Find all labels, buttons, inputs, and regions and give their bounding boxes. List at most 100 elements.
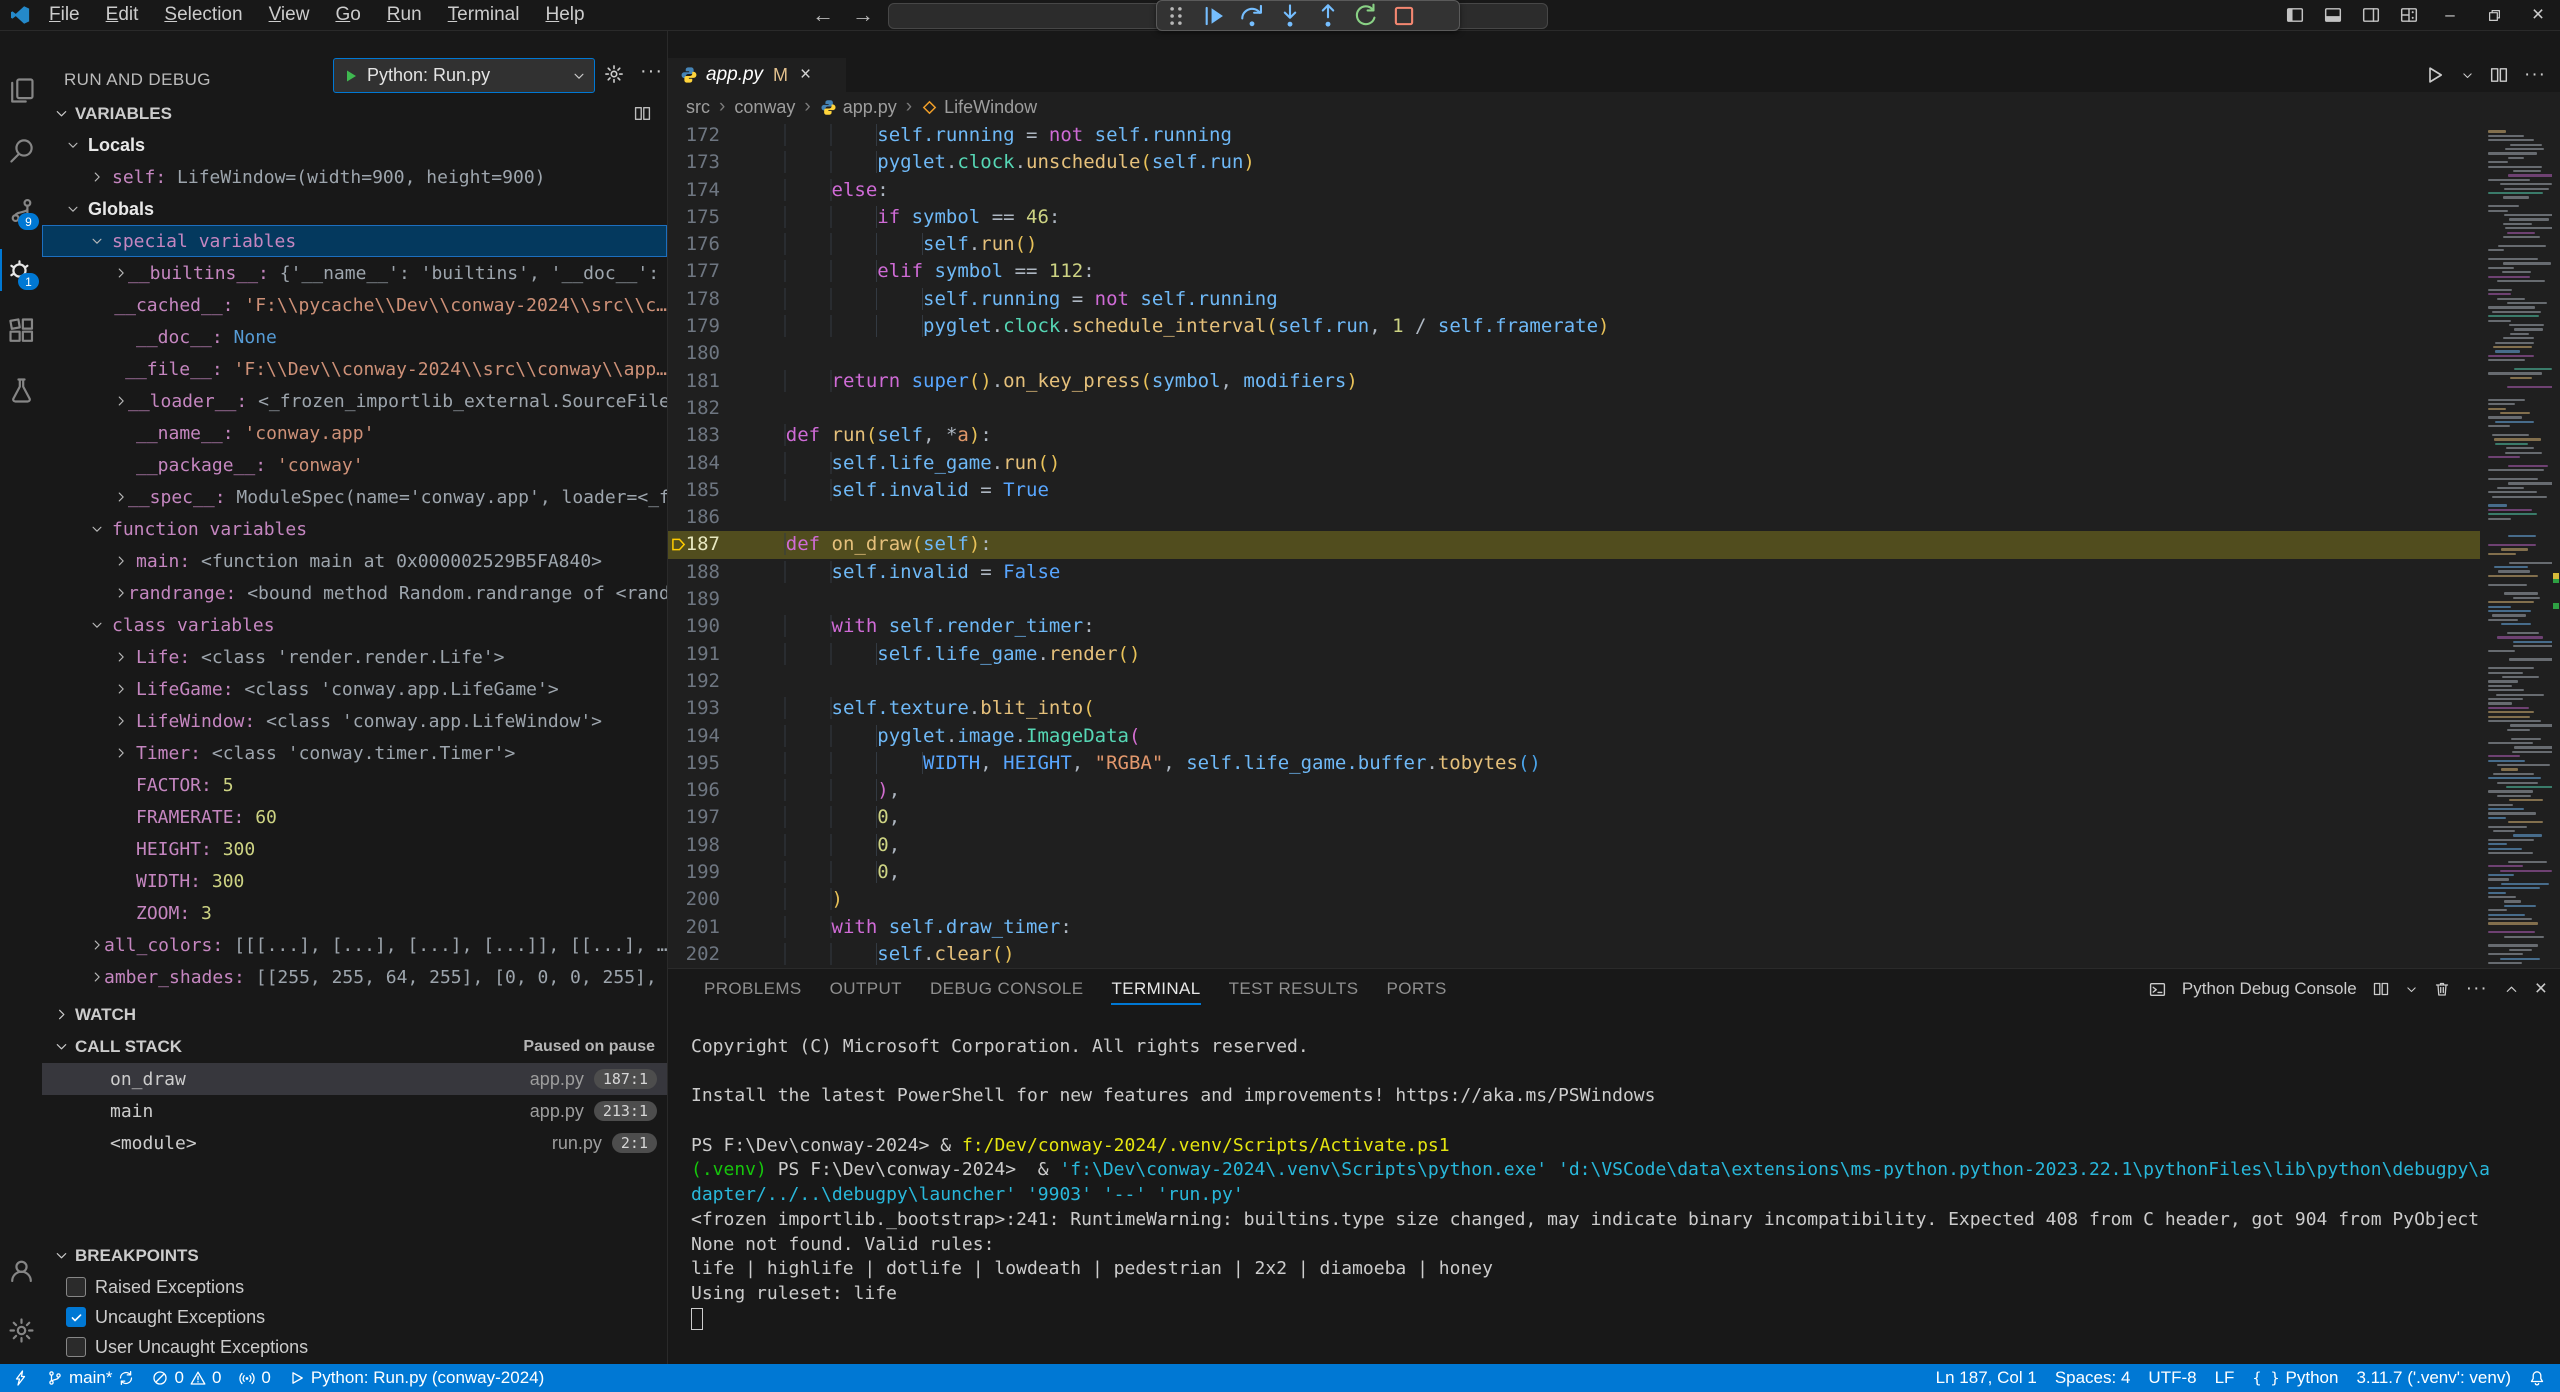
stack-frame[interactable]: <module>run.py2:1 [42, 1127, 667, 1159]
status-remote[interactable] [4, 1364, 38, 1392]
status-cursor-position[interactable]: Ln 187, Col 1 [1927, 1364, 2046, 1392]
breakpoint-row[interactable]: Raised Exceptions [42, 1272, 667, 1302]
activity-run-and-debug[interactable]: 1 [0, 246, 42, 294]
menu-edit[interactable]: Edit [93, 0, 152, 30]
breakpoint-row[interactable]: Uncaught Exceptions [42, 1302, 667, 1332]
sidebar-more-actions[interactable]: ··· [640, 60, 663, 83]
tab-app-py[interactable]: app.py M × [668, 58, 846, 92]
status-notifications[interactable] [2520, 1364, 2554, 1392]
variable-row[interactable]: all_colors: [[[...], [...], [...], [...]… [42, 929, 667, 961]
menu-file[interactable]: File [36, 0, 93, 30]
status-problems[interactable]: 00 [143, 1364, 230, 1392]
status-interpreter[interactable]: 3.11.7 ('.venv': venv) [2347, 1364, 2520, 1392]
terminal-dropdown-icon[interactable] [2405, 983, 2418, 996]
breakpoint-checkbox[interactable] [66, 1337, 86, 1357]
status-debug-session[interactable]: Python: Run.py (conway-2024) [280, 1364, 553, 1392]
activity-explorer[interactable] [0, 66, 42, 114]
panel-tab-ports[interactable]: PORTS [1372, 969, 1460, 1009]
window-close-button[interactable]: × [2516, 0, 2560, 30]
menu-go[interactable]: Go [322, 0, 373, 30]
panel-more-actions[interactable]: ··· [2466, 978, 2488, 1000]
maximize-panel-icon[interactable] [2504, 982, 2519, 997]
breadcrumb-item-lifewindow[interactable]: LifeWindow [921, 97, 1037, 118]
variable-row[interactable]: class variables [42, 609, 667, 641]
variable-row[interactable]: __name__: 'conway.app' [42, 417, 667, 449]
section-variables[interactable]: VARIABLES [42, 98, 667, 129]
panel-tab-problems[interactable]: PROBLEMS [690, 969, 816, 1009]
variable-row[interactable]: main: <function main at 0x000002529B5FA8… [42, 545, 667, 577]
stack-frame[interactable]: on_drawapp.py187:1 [42, 1063, 667, 1095]
breadcrumb-item-app.py[interactable]: app.py [820, 97, 897, 118]
kill-terminal-icon[interactable] [2434, 981, 2450, 997]
status-eol[interactable]: LF [2206, 1364, 2244, 1392]
menu-run[interactable]: Run [374, 0, 435, 30]
toggle-secondary-sidebar-icon[interactable] [2362, 6, 2380, 24]
panel-tab-terminal[interactable]: TERMINAL [1097, 969, 1214, 1009]
terminal[interactable]: Copyright (C) Microsoft Corporation. All… [691, 1035, 2550, 1364]
variable-row[interactable]: WIDTH: 300 [42, 865, 667, 897]
menu-selection[interactable]: Selection [151, 0, 255, 30]
customize-layout-icon[interactable] [2400, 6, 2418, 24]
menu-view[interactable]: View [256, 0, 323, 30]
tab-close-icon[interactable]: × [800, 64, 811, 86]
variable-row[interactable]: Timer: <class 'conway.timer.Timer'> [42, 737, 667, 769]
status-ports[interactable]: 0 [230, 1364, 279, 1392]
close-panel-icon[interactable]: × [2535, 977, 2548, 1001]
minimap[interactable] [2484, 122, 2552, 968]
menu-terminal[interactable]: Terminal [435, 0, 533, 30]
activity-search[interactable] [0, 126, 42, 174]
variable-row[interactable]: Globals [42, 193, 667, 225]
window-minimize-button[interactable]: – [2428, 0, 2472, 30]
step-out-button[interactable] [1315, 3, 1341, 29]
stop-button[interactable] [1391, 3, 1417, 29]
restart-button[interactable] [1353, 3, 1379, 29]
breakpoint-checkbox[interactable] [66, 1277, 86, 1297]
step-over-button[interactable] [1239, 3, 1265, 29]
variable-row[interactable]: __cached__: 'F:\\pycache\\Dev\\conway-20… [42, 289, 667, 321]
split-editor-icon[interactable] [2490, 66, 2508, 84]
activity-testing[interactable] [0, 366, 42, 414]
variable-row[interactable]: amber_shades: [[255, 255, 64, 255], [0, … [42, 961, 667, 993]
menu-help[interactable]: Help [532, 0, 597, 30]
breadcrumb-item-src[interactable]: src [686, 97, 710, 118]
breakpoint-row[interactable]: User Uncaught Exceptions [42, 1332, 667, 1362]
run-python-file-icon[interactable] [2425, 65, 2445, 85]
variable-row[interactable]: FRAMERATE: 60 [42, 801, 667, 833]
step-into-button[interactable] [1277, 3, 1303, 29]
panel-tab-output[interactable]: OUTPUT [816, 969, 916, 1009]
variable-row[interactable]: Locals [42, 129, 667, 161]
status-language[interactable]: { }Python [2243, 1364, 2347, 1392]
split-terminal-icon[interactable] [2373, 981, 2389, 997]
nav-forward-icon[interactable]: → [846, 0, 880, 30]
variable-row[interactable]: self: LifeWindow=(width=900, height=900) [42, 161, 667, 193]
run-dropdown-icon[interactable] [2461, 69, 2474, 82]
continue-button[interactable] [1201, 3, 1227, 29]
status-encoding[interactable]: UTF-8 [2139, 1364, 2205, 1392]
variable-row[interactable]: FACTOR: 5 [42, 769, 667, 801]
toggle-panel-icon[interactable] [2324, 6, 2342, 24]
section-breakpoints[interactable]: BREAKPOINTS [42, 1240, 667, 1271]
editor-more-actions[interactable]: ··· [2524, 64, 2546, 86]
activity-extensions[interactable] [0, 306, 42, 354]
variable-row[interactable]: __doc__: None [42, 321, 667, 353]
status-indentation[interactable]: Spaces: 4 [2046, 1364, 2140, 1392]
console-selector[interactable]: Python Debug Console [2182, 979, 2357, 999]
variable-row[interactable]: __loader__: <_frozen_importlib_external.… [42, 385, 667, 417]
debug-config-dropdown[interactable]: Python: Run.py [333, 58, 595, 93]
variable-row[interactable]: __file__: 'F:\\Dev\\conway-2024\\src\\co… [42, 353, 667, 385]
variable-row[interactable]: ZOOM: 3 [42, 897, 667, 929]
variable-row[interactable]: function variables [42, 513, 667, 545]
breadcrumb-item-conway[interactable]: conway [734, 97, 795, 118]
toggle-sidebar-icon[interactable] [2286, 6, 2304, 24]
breakpoint-checkbox[interactable] [66, 1307, 86, 1327]
panel-tab-test-results[interactable]: TEST RESULTS [1215, 969, 1373, 1009]
variable-row[interactable]: special variables [42, 225, 667, 257]
status-branch[interactable]: main* [38, 1364, 143, 1392]
nav-back-icon[interactable]: ← [806, 0, 840, 30]
variable-row[interactable]: __package__: 'conway' [42, 449, 667, 481]
section-call-stack[interactable]: CALL STACKPaused on pause [42, 1031, 667, 1062]
debug-settings-gear-icon[interactable] [604, 64, 624, 84]
activity-settings[interactable] [0, 1306, 42, 1354]
variable-row[interactable]: Life: <class 'render.render.Life'> [42, 641, 667, 673]
variable-row[interactable]: randrange: <bound method Random.randrang… [42, 577, 667, 609]
